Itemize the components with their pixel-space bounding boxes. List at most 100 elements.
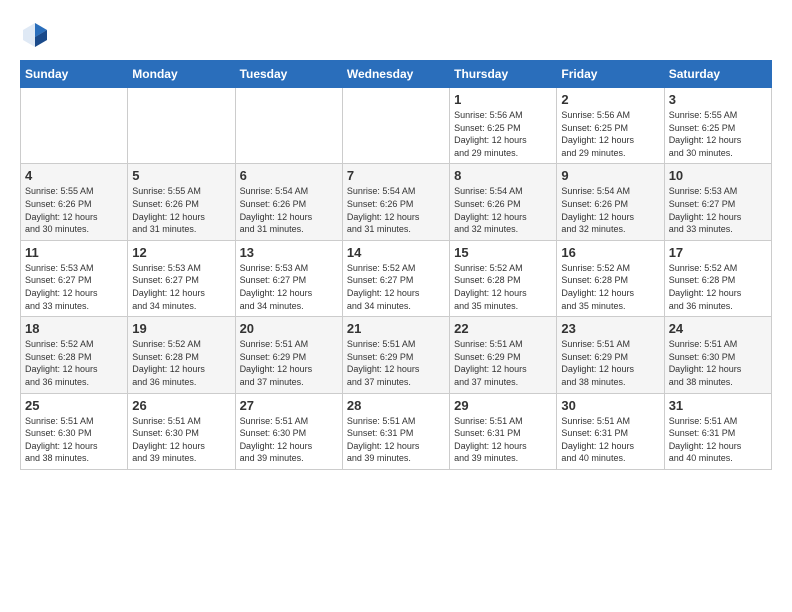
calendar-cell: 3 Sunrise: 5:55 AM Sunset: 6:25 PM Daylig… <box>664 88 771 164</box>
day-info: Sunrise: 5:51 AM Sunset: 6:30 PM Dayligh… <box>240 415 338 465</box>
calendar-cell: 14 Sunrise: 5:52 AM Sunset: 6:27 PM Dayli… <box>342 240 449 316</box>
calendar-cell: 4Sunrise: 5:55 AM Sunset: 6:26 PM Daylig… <box>21 164 128 240</box>
day-info: Sunrise: 5:53 AM Sunset: 6:27 PM Dayligh… <box>240 262 338 312</box>
day-info: Sunrise: 5:51 AM Sunset: 6:31 PM Dayligh… <box>669 415 767 465</box>
calendar-cell: 8 Sunrise: 5:54 AM Sunset: 6:26 PM Daylig… <box>450 164 557 240</box>
day-number: 8 <box>454 168 552 183</box>
day-number: 19 <box>132 321 230 336</box>
calendar-cell <box>21 88 128 164</box>
day-number: 5 <box>132 168 230 183</box>
calendar-week-row: 11 Sunrise: 5:53 AM Sunset: 6:27 PM Dayli… <box>21 240 772 316</box>
day-number: 7 <box>347 168 445 183</box>
calendar-cell: 21 Sunrise: 5:51 AM Sunset: 6:29 PM Dayli… <box>342 317 449 393</box>
day-number: 25 <box>25 398 123 413</box>
weekday-header: Saturday <box>664 61 771 88</box>
calendar: SundayMondayTuesdayWednesdayThursdayFrid… <box>20 60 772 470</box>
day-number: 27 <box>240 398 338 413</box>
calendar-cell: 25Sunrise: 5:51 AM Sunset: 6:30 PM Dayli… <box>21 393 128 469</box>
day-info: Sunrise: 5:51 AM Sunset: 6:30 PM Dayligh… <box>132 415 230 465</box>
calendar-week-row: 25 Sunrise: 5:51 AM Sunset: 6:30 PM Dayli… <box>21 393 772 469</box>
calendar-week-row: 18Sunrise: 5:52 AM Sunset: 6:28 PM Dayli… <box>21 317 772 393</box>
header <box>20 20 772 50</box>
calendar-cell: 27 Sunrise: 5:51 AM Sunset: 6:30 PM Dayli… <box>235 393 342 469</box>
weekday-header: Sunday <box>21 61 128 88</box>
calendar-cell: 13 Sunrise: 5:53 AM Sunset: 6:27 PM Dayli… <box>235 240 342 316</box>
day-number: 14 <box>347 245 445 260</box>
calendar-cell: 20 Sunrise: 5:51 AM Sunset: 6:29 PM Dayli… <box>235 317 342 393</box>
day-number: 23 <box>561 321 659 336</box>
day-info: Sunrise: 5:56 AM Sunset: 6:25 PM Dayligh… <box>561 109 659 159</box>
calendar-cell: 6 Sunrise: 5:54 AM Sunset: 6:26 PM Daylig… <box>235 164 342 240</box>
day-info: Sunrise: 5:53 AM Sunset: 6:27 PM Dayligh… <box>25 262 123 312</box>
weekday-header: Tuesday <box>235 61 342 88</box>
day-info: Sunrise: 5:52 AM Sunset: 6:28 PM Dayligh… <box>132 338 230 388</box>
day-info: Sunrise: 5:56 AM Sunset: 6:25 PM Dayligh… <box>454 109 552 159</box>
day-number: 10 <box>669 168 767 183</box>
day-info: Sunrise: 5:55 AM Sunset: 6:26 PM Dayligh… <box>132 185 230 235</box>
calendar-cell: 24 Sunrise: 5:51 AM Sunset: 6:30 PM Dayli… <box>664 317 771 393</box>
calendar-cell: 15 Sunrise: 5:52 AM Sunset: 6:28 PM Dayli… <box>450 240 557 316</box>
calendar-cell: 12Sunrise: 5:53 AM Sunset: 6:27 PM Dayli… <box>128 240 235 316</box>
calendar-week-row: 1Sunrise: 5:56 AM Sunset: 6:25 PM Daylig… <box>21 88 772 164</box>
day-info: Sunrise: 5:51 AM Sunset: 6:31 PM Dayligh… <box>454 415 552 465</box>
day-number: 31 <box>669 398 767 413</box>
calendar-cell: 23 Sunrise: 5:51 AM Sunset: 6:29 PM Dayli… <box>557 317 664 393</box>
calendar-cell: 10 Sunrise: 5:53 AM Sunset: 6:27 PM Dayli… <box>664 164 771 240</box>
day-number: 20 <box>240 321 338 336</box>
weekday-header: Wednesday <box>342 61 449 88</box>
day-number: 29 <box>454 398 552 413</box>
day-number: 16 <box>561 245 659 260</box>
calendar-cell <box>342 88 449 164</box>
logo <box>20 20 55 50</box>
day-number: 3 <box>669 92 767 107</box>
day-number: 2 <box>561 92 659 107</box>
day-number: 17 <box>669 245 767 260</box>
day-number: 6 <box>240 168 338 183</box>
day-info: Sunrise: 5:52 AM Sunset: 6:28 PM Dayligh… <box>25 338 123 388</box>
calendar-cell: 26 Sunrise: 5:51 AM Sunset: 6:30 PM Dayli… <box>128 393 235 469</box>
day-info: Sunrise: 5:51 AM Sunset: 6:29 PM Dayligh… <box>240 338 338 388</box>
day-info: Sunrise: 5:51 AM Sunset: 6:30 PM Dayligh… <box>669 338 767 388</box>
calendar-cell <box>128 88 235 164</box>
day-info: Sunrise: 5:54 AM Sunset: 6:26 PM Dayligh… <box>454 185 552 235</box>
day-number: 22 <box>454 321 552 336</box>
day-info: Sunrise: 5:51 AM Sunset: 6:31 PM Dayligh… <box>561 415 659 465</box>
day-number: 24 <box>669 321 767 336</box>
day-info: Sunrise: 5:52 AM Sunset: 6:28 PM Dayligh… <box>669 262 767 312</box>
weekday-header: Monday <box>128 61 235 88</box>
day-number: 11 <box>25 245 123 260</box>
day-info: Sunrise: 5:51 AM Sunset: 6:31 PM Dayligh… <box>347 415 445 465</box>
day-number: 15 <box>454 245 552 260</box>
day-info: Sunrise: 5:51 AM Sunset: 6:29 PM Dayligh… <box>347 338 445 388</box>
calendar-cell: 1Sunrise: 5:56 AM Sunset: 6:25 PM Daylig… <box>450 88 557 164</box>
day-number: 13 <box>240 245 338 260</box>
day-info: Sunrise: 5:52 AM Sunset: 6:27 PM Dayligh… <box>347 262 445 312</box>
day-info: Sunrise: 5:51 AM Sunset: 6:29 PM Dayligh… <box>561 338 659 388</box>
calendar-header: SundayMondayTuesdayWednesdayThursdayFrid… <box>21 61 772 88</box>
day-info: Sunrise: 5:55 AM Sunset: 6:25 PM Dayligh… <box>669 109 767 159</box>
calendar-cell: 31 Sunrise: 5:51 AM Sunset: 6:31 PM Dayli… <box>664 393 771 469</box>
day-info: Sunrise: 5:52 AM Sunset: 6:28 PM Dayligh… <box>561 262 659 312</box>
day-info: Sunrise: 5:53 AM Sunset: 6:27 PM Dayligh… <box>132 262 230 312</box>
day-number: 4 <box>25 168 123 183</box>
weekday-header: Friday <box>557 61 664 88</box>
calendar-cell: 29 Sunrise: 5:51 AM Sunset: 6:31 PM Dayli… <box>450 393 557 469</box>
day-info: Sunrise: 5:53 AM Sunset: 6:27 PM Dayligh… <box>669 185 767 235</box>
weekday-row: SundayMondayTuesdayWednesdayThursdayFrid… <box>21 61 772 88</box>
calendar-cell: 7Sunrise: 5:54 AM Sunset: 6:26 PM Daylig… <box>342 164 449 240</box>
calendar-cell: 17 Sunrise: 5:52 AM Sunset: 6:28 PM Dayli… <box>664 240 771 316</box>
day-number: 21 <box>347 321 445 336</box>
calendar-cell: 30Sunrise: 5:51 AM Sunset: 6:31 PM Dayli… <box>557 393 664 469</box>
calendar-cell: 16 Sunrise: 5:52 AM Sunset: 6:28 PM Dayli… <box>557 240 664 316</box>
calendar-cell: 11 Sunrise: 5:53 AM Sunset: 6:27 PM Dayli… <box>21 240 128 316</box>
calendar-body: 1Sunrise: 5:56 AM Sunset: 6:25 PM Daylig… <box>21 88 772 470</box>
calendar-cell: 22Sunrise: 5:51 AM Sunset: 6:29 PM Dayli… <box>450 317 557 393</box>
calendar-week-row: 4 Sunrise: 5:55 AM Sunset: 6:26 PM Daylig… <box>21 164 772 240</box>
day-info: Sunrise: 5:54 AM Sunset: 6:26 PM Dayligh… <box>561 185 659 235</box>
day-info: Sunrise: 5:52 AM Sunset: 6:28 PM Dayligh… <box>454 262 552 312</box>
calendar-cell: 28Sunrise: 5:51 AM Sunset: 6:31 PM Dayli… <box>342 393 449 469</box>
day-info: Sunrise: 5:54 AM Sunset: 6:26 PM Dayligh… <box>240 185 338 235</box>
day-number: 26 <box>132 398 230 413</box>
calendar-cell: 9Sunrise: 5:54 AM Sunset: 6:26 PM Daylig… <box>557 164 664 240</box>
calendar-cell: 18Sunrise: 5:52 AM Sunset: 6:28 PM Dayli… <box>21 317 128 393</box>
